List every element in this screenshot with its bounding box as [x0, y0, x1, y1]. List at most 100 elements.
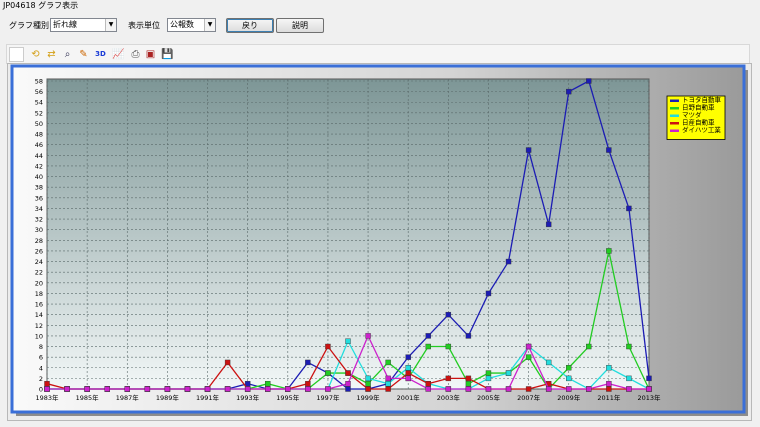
- legend-swatch: [670, 114, 679, 117]
- data-point-4: [64, 386, 70, 392]
- y-tick-label: 8: [39, 343, 43, 351]
- blank-icon[interactable]: [9, 47, 24, 62]
- chart-toolbar: ⟲ ⇄ ⌕ ✎ 3D 📈 ⎙ ▣ 💾: [6, 44, 750, 64]
- data-point-3: [445, 375, 452, 382]
- y-tick-label: 46: [35, 141, 43, 149]
- data-point-0: [525, 147, 532, 153]
- zoom-icon[interactable]: ⌕: [60, 47, 75, 62]
- data-point-4: [305, 386, 311, 392]
- data-point-3: [405, 370, 411, 376]
- x-tick-label: 1995年: [276, 393, 300, 402]
- data-point-0: [465, 333, 472, 339]
- data-point-3: [224, 359, 231, 366]
- data-point-4: [144, 386, 151, 392]
- data-point-1: [385, 359, 391, 366]
- y-tick-label: 42: [35, 162, 43, 170]
- data-point-4: [566, 386, 572, 392]
- app-window: JP04618 グラフ表示 グラフ種別 折れ線 ▼ 表示単位 公報数 ▼ 戻り …: [0, 0, 760, 427]
- data-point-2: [505, 370, 512, 376]
- data-point-0: [244, 380, 251, 387]
- y-tick-label: 56: [35, 88, 43, 96]
- y-tick-label: 58: [35, 78, 43, 86]
- data-point-3: [385, 386, 391, 392]
- data-point-2: [485, 375, 492, 382]
- y-tick-label: 44: [35, 152, 43, 160]
- y-tick-label: 32: [35, 216, 43, 224]
- legend-label: ダイハツ工業: [682, 125, 721, 134]
- data-point-0: [505, 258, 512, 265]
- y-tick-label: 22: [35, 269, 43, 277]
- data-point-4: [646, 386, 652, 392]
- y-tick-label: 34: [35, 205, 43, 213]
- x-tick-label: 2011年: [597, 393, 621, 402]
- x-tick-label: 2013年: [637, 393, 661, 402]
- data-point-2: [365, 375, 371, 382]
- y-tick-label: 52: [35, 109, 43, 117]
- data-point-2: [345, 338, 351, 344]
- y-tick-label: 0: [39, 386, 43, 394]
- line-chart: 0246810121416182022242628303234363840424…: [10, 64, 748, 416]
- data-point-4: [626, 386, 632, 392]
- data-point-4: [425, 386, 431, 392]
- save-icon[interactable]: 💾: [160, 47, 175, 62]
- unit-select[interactable]: 公報数 ▼: [167, 18, 216, 32]
- data-point-0: [405, 354, 411, 360]
- export-icon[interactable]: ▣: [143, 47, 158, 62]
- legend-swatch: [670, 99, 679, 102]
- data-point-4: [606, 380, 612, 387]
- 3d-icon[interactable]: 3D: [93, 47, 108, 62]
- y-tick-label: 2: [39, 375, 43, 383]
- legend-swatch: [670, 107, 679, 110]
- y-tick-label: 48: [35, 131, 43, 139]
- data-point-4: [365, 333, 371, 339]
- data-point-3: [305, 380, 311, 387]
- data-point-1: [465, 380, 472, 387]
- legend-swatch: [670, 122, 679, 125]
- x-tick-label: 1987年: [116, 393, 140, 402]
- data-point-4: [505, 386, 512, 392]
- swap-icon[interactable]: ⇄: [44, 47, 59, 62]
- print-icon[interactable]: ⎙: [128, 47, 143, 62]
- data-point-2: [405, 365, 411, 371]
- data-point-3: [425, 380, 431, 387]
- help-button[interactable]: 説明: [276, 18, 324, 33]
- data-point-2: [385, 380, 391, 387]
- chart-type-select[interactable]: 折れ線 ▼: [50, 18, 117, 32]
- data-point-2: [566, 375, 572, 382]
- rotate-icon[interactable]: ⟲: [28, 47, 43, 62]
- data-point-2: [626, 375, 632, 382]
- data-point-0: [646, 375, 652, 382]
- x-tick-label: 2003年: [437, 393, 461, 402]
- x-tick-label: 1985年: [76, 393, 100, 402]
- data-point-4: [325, 386, 331, 392]
- y-tick-label: 30: [35, 226, 43, 234]
- x-tick-label: 2007年: [517, 393, 541, 402]
- y-tick-label: 4: [39, 364, 43, 372]
- data-point-0: [305, 359, 311, 366]
- back-button[interactable]: 戻り: [226, 18, 274, 33]
- data-point-1: [525, 354, 532, 360]
- data-point-0: [485, 290, 492, 297]
- y-tick-label: 26: [35, 247, 43, 255]
- x-tick-label: 1983年: [35, 393, 59, 402]
- x-tick-label: 1993年: [236, 393, 260, 402]
- pencil-icon[interactable]: ✎: [76, 47, 91, 62]
- chevron-down-icon[interactable]: ▼: [204, 19, 215, 31]
- data-point-4: [84, 386, 90, 392]
- unit-value: 公報数: [170, 20, 194, 29]
- data-point-4: [244, 386, 251, 392]
- data-point-1: [485, 370, 492, 376]
- y-tick-label: 38: [35, 184, 43, 192]
- y-tick-label: 18: [35, 290, 43, 298]
- y-tick-label: 54: [35, 99, 43, 107]
- chart-edit-icon[interactable]: 📈: [111, 47, 126, 62]
- data-point-4: [164, 386, 171, 392]
- data-point-0: [566, 88, 572, 95]
- y-tick-label: 6: [39, 354, 43, 362]
- data-point-4: [545, 386, 552, 392]
- data-point-3: [465, 375, 472, 382]
- y-tick-label: 36: [35, 194, 43, 202]
- data-point-3: [345, 370, 351, 376]
- chevron-down-icon[interactable]: ▼: [105, 19, 116, 31]
- x-tick-label: 2005年: [477, 393, 501, 402]
